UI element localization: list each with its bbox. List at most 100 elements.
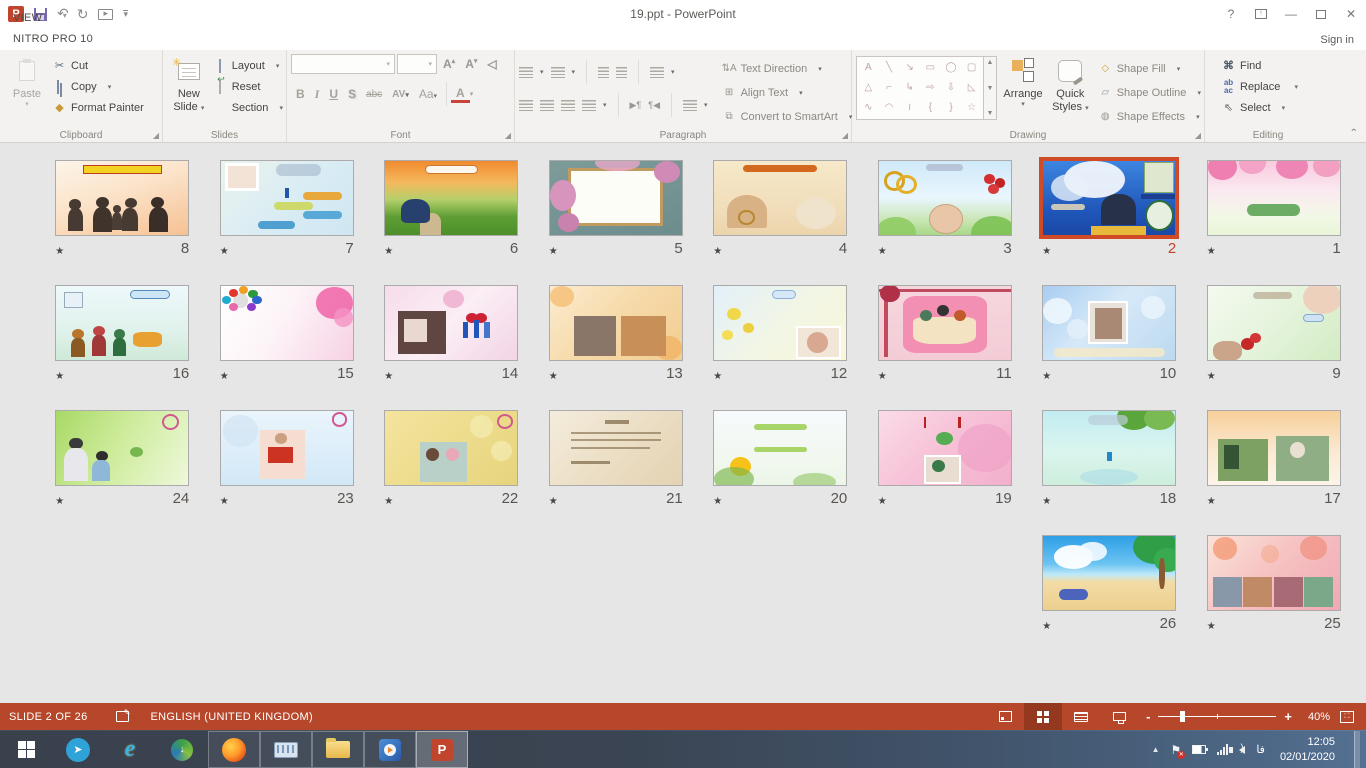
battery-icon[interactable] bbox=[1192, 745, 1206, 754]
telegram-icon[interactable]: ➤ bbox=[52, 731, 104, 768]
columns-button[interactable] bbox=[683, 100, 697, 111]
clear-formatting-button[interactable]: ◁ bbox=[483, 57, 500, 71]
restore-button[interactable] bbox=[1306, 2, 1336, 26]
animation-star-icon[interactable]: ★ bbox=[220, 371, 229, 382]
shape-effects-button[interactable]: ◍Shape Effects ▾ bbox=[1098, 106, 1201, 127]
copy-button[interactable]: Copy ▾ bbox=[52, 78, 144, 96]
animation-star-icon[interactable]: ★ bbox=[1207, 496, 1216, 507]
clock[interactable]: 12:05 02/01/2020 bbox=[1276, 735, 1335, 764]
internet-explorer-icon[interactable]: e bbox=[104, 731, 156, 768]
zoom-in-button[interactable]: + bbox=[1276, 709, 1300, 724]
shrink-font-button[interactable]: A▾ bbox=[461, 57, 481, 71]
network-signal-icon[interactable] bbox=[1217, 744, 1228, 755]
slide-thumbnail-8[interactable] bbox=[55, 160, 189, 236]
animation-star-icon[interactable]: ★ bbox=[549, 496, 558, 507]
select-button[interactable]: ⇖Select ▾ bbox=[1221, 99, 1298, 117]
minimize-button[interactable]: — bbox=[1276, 2, 1306, 26]
paste-button[interactable]: Paste▾ bbox=[4, 54, 50, 127]
shape-icon[interactable]: ↳ bbox=[905, 83, 913, 93]
shape-icon[interactable]: ≀ bbox=[908, 103, 912, 113]
shape-icon[interactable]: ◺ bbox=[968, 83, 976, 93]
proofing-icon[interactable] bbox=[116, 711, 129, 722]
right-to-left-button[interactable]: ¶◀ bbox=[648, 100, 660, 111]
animation-star-icon[interactable]: ★ bbox=[1042, 371, 1051, 382]
animation-star-icon[interactable]: ★ bbox=[1207, 246, 1216, 257]
animation-star-icon[interactable]: ★ bbox=[55, 246, 64, 257]
slide-thumbnail-18[interactable] bbox=[1042, 410, 1176, 486]
align-center-button[interactable] bbox=[540, 100, 554, 111]
shape-icon[interactable]: △ bbox=[864, 83, 872, 93]
slide-thumbnail-23[interactable] bbox=[220, 410, 354, 486]
animation-star-icon[interactable]: ★ bbox=[55, 371, 64, 382]
shape-fill-button[interactable]: ◇Shape Fill ▾ bbox=[1098, 58, 1201, 79]
numbering-button[interactable] bbox=[551, 67, 565, 78]
new-slide-button[interactable]: New Slide ▾ bbox=[167, 54, 211, 127]
shape-icon[interactable]: ▢ bbox=[967, 63, 976, 73]
find-button[interactable]: ⌘Find bbox=[1221, 57, 1298, 75]
slide-thumbnail-17[interactable] bbox=[1207, 410, 1341, 486]
slide-thumbnail-22[interactable] bbox=[384, 410, 518, 486]
clipboard-dialog-launcher[interactable]: ◢ bbox=[153, 131, 159, 140]
close-button[interactable]: ✕ bbox=[1336, 2, 1366, 26]
shape-outline-button[interactable]: ▱Shape Outline ▾ bbox=[1098, 82, 1201, 103]
slide-thumbnail-25[interactable] bbox=[1207, 535, 1341, 611]
zoom-percentage[interactable]: 40% bbox=[1300, 711, 1340, 723]
media-player-icon[interactable] bbox=[364, 731, 416, 768]
animation-star-icon[interactable]: ★ bbox=[384, 371, 393, 382]
show-desktop-button[interactable] bbox=[1354, 731, 1360, 768]
animation-star-icon[interactable]: ★ bbox=[220, 496, 229, 507]
animation-star-icon[interactable]: ★ bbox=[220, 246, 229, 257]
slide-thumbnail-20[interactable] bbox=[713, 410, 847, 486]
animation-star-icon[interactable]: ★ bbox=[1207, 371, 1216, 382]
slide-thumbnail-19[interactable] bbox=[878, 410, 1012, 486]
quick-styles-button[interactable]: Quick Styles ▾ bbox=[1049, 54, 1092, 127]
cut-button[interactable]: ✂Cut bbox=[52, 57, 144, 75]
hidden-icons-arrow[interactable]: ▲ bbox=[1152, 745, 1160, 754]
bold-button[interactable]: B bbox=[291, 87, 310, 101]
section-button[interactable]: Section ▾ bbox=[213, 99, 283, 117]
slide-thumbnail-6[interactable] bbox=[384, 160, 518, 236]
shape-icon[interactable]: ☆ bbox=[967, 103, 976, 113]
reset-button[interactable]: Reset bbox=[213, 78, 283, 96]
text-direction-button[interactable]: ⇅AText Direction ▾ bbox=[722, 58, 853, 79]
justify-button[interactable] bbox=[582, 100, 596, 111]
shape-icon[interactable]: ◠ bbox=[885, 103, 894, 113]
paragraph-dialog-launcher[interactable]: ◢ bbox=[842, 131, 848, 140]
animation-star-icon[interactable]: ★ bbox=[713, 371, 722, 382]
slide-thumbnail-1[interactable] bbox=[1207, 160, 1341, 236]
slide-thumbnail-26[interactable] bbox=[1042, 535, 1176, 611]
slide-thumbnail-16[interactable] bbox=[55, 285, 189, 361]
font-dialog-launcher[interactable]: ◢ bbox=[505, 131, 511, 140]
italic-button[interactable]: I bbox=[310, 87, 325, 102]
slide-counter[interactable]: SLIDE 2 OF 26 bbox=[0, 711, 88, 723]
line-spacing-button[interactable] bbox=[650, 67, 664, 78]
slide-thumbnail-2[interactable] bbox=[1042, 160, 1176, 236]
slide-thumbnail-4[interactable] bbox=[713, 160, 847, 236]
slide-thumbnail-13[interactable] bbox=[549, 285, 683, 361]
slide-thumbnail-9[interactable] bbox=[1207, 285, 1341, 361]
animation-star-icon[interactable]: ★ bbox=[1042, 246, 1051, 257]
shape-icon[interactable]: A bbox=[865, 63, 872, 73]
align-text-button[interactable]: ⊞Align Text ▾ bbox=[722, 82, 853, 103]
normal-view-button[interactable] bbox=[986, 703, 1024, 730]
idm-icon[interactable]: ↓ bbox=[156, 731, 208, 768]
tab-nitro-pro-10[interactable]: NITRO PRO 10 bbox=[0, 29, 106, 50]
customize-qat-icon[interactable]: ▾ bbox=[123, 10, 128, 18]
text-shadow-button[interactable]: S bbox=[343, 87, 361, 101]
slide-thumbnail-5[interactable] bbox=[549, 160, 683, 236]
shape-icon[interactable]: { bbox=[929, 103, 932, 113]
animation-star-icon[interactable]: ★ bbox=[878, 371, 887, 382]
slide-sorter-view-button[interactable] bbox=[1024, 703, 1062, 730]
animation-star-icon[interactable]: ★ bbox=[384, 496, 393, 507]
animation-star-icon[interactable]: ★ bbox=[549, 246, 558, 257]
convert-to-smartart-button[interactable]: ⧉Convert to SmartArt ▾ bbox=[722, 106, 853, 127]
fit-slide-to-window-button[interactable]: ⛶ bbox=[1340, 711, 1354, 723]
underline-button[interactable]: U bbox=[324, 87, 343, 101]
arrange-button[interactable]: Arrange▾ bbox=[997, 54, 1049, 127]
on-screen-keyboard-icon[interactable] bbox=[260, 731, 312, 768]
font-size-combo[interactable]: ▾ bbox=[397, 54, 437, 74]
animation-star-icon[interactable]: ★ bbox=[55, 496, 64, 507]
slide-thumbnail-21[interactable] bbox=[549, 410, 683, 486]
slide-thumbnail-3[interactable] bbox=[878, 160, 1012, 236]
animation-star-icon[interactable]: ★ bbox=[1207, 621, 1216, 632]
